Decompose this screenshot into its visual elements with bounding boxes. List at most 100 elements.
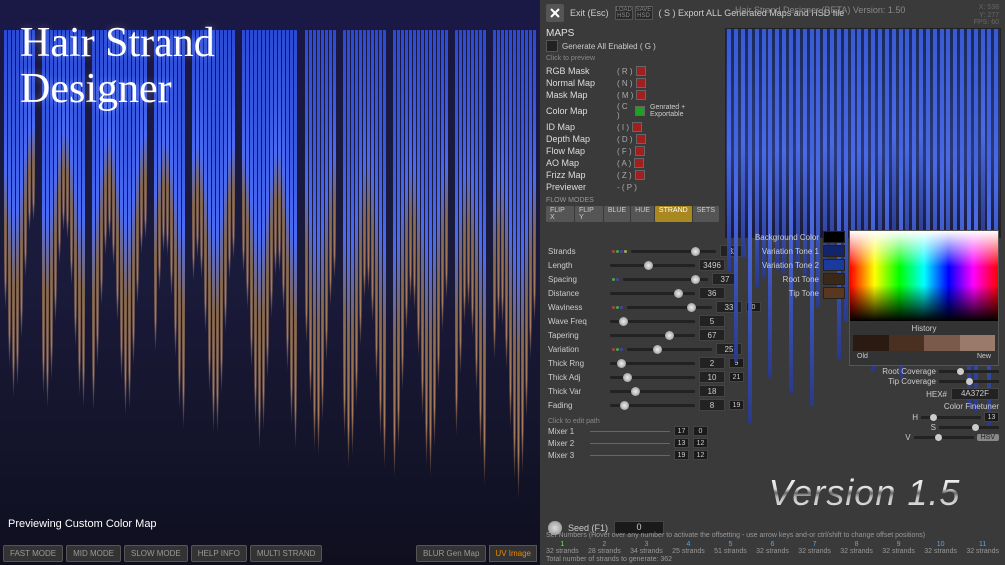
color-gradient[interactable] [850, 231, 998, 321]
set-column[interactable]: 132 strands [546, 541, 579, 555]
map-frizz-map[interactable]: Frizz Map( Z ) [546, 169, 719, 181]
map-checkbox[interactable] [636, 78, 646, 88]
h-slider[interactable] [921, 416, 981, 419]
tapering-slider[interactable] [610, 334, 695, 337]
param-value[interactable]: 67 [699, 329, 725, 341]
blur-button[interactable]: BLUR Gen Map [416, 545, 486, 562]
mixer-3-curve[interactable] [590, 451, 670, 459]
set-column[interactable]: 832 strands [840, 541, 873, 555]
app-title: Hair Strand Designer (BETA) Version: 1.5… [735, 5, 905, 15]
multi-mode-button[interactable]: MULTI STRAND [250, 545, 323, 562]
history-swatch[interactable] [853, 335, 889, 351]
close-button[interactable] [546, 4, 564, 22]
map-depth-map[interactable]: Depth Map( D ) [546, 133, 719, 145]
map-checkbox[interactable] [635, 146, 645, 156]
color-swatch[interactable] [823, 231, 845, 243]
grid-icon [546, 40, 558, 52]
length-slider[interactable] [610, 264, 695, 267]
set-column[interactable]: 425 strands [672, 541, 705, 555]
flow-modes-label: FLOW MODES [546, 197, 719, 204]
mixer-1-curve[interactable] [590, 427, 670, 435]
color-label: Root Tone [783, 275, 819, 284]
color-swatch[interactable] [823, 259, 845, 271]
map-checkbox[interactable] [636, 134, 646, 144]
fading-slider[interactable] [610, 404, 695, 407]
map-color-map[interactable]: Color Map( C )Genrated + Exportable [546, 101, 719, 121]
history-swatch[interactable] [960, 335, 996, 351]
spacing-slider[interactable] [623, 278, 708, 281]
new-label: New [977, 353, 991, 360]
set-column[interactable]: 228 strands [588, 541, 621, 555]
flow-flip-y-button[interactable]: FLIP Y [575, 206, 603, 222]
wave-freq-slider[interactable] [610, 320, 695, 323]
help-mode-button[interactable]: HELP INFO [191, 545, 247, 562]
param-value[interactable]: 10 [699, 371, 725, 383]
color-label: Variation Tone 2 [762, 261, 819, 270]
map-rgb-mask[interactable]: RGB Mask( R ) [546, 65, 719, 77]
flow-hue-button[interactable]: HUE [631, 206, 654, 222]
param-value[interactable]: 8 [699, 399, 725, 411]
v-slider[interactable] [914, 436, 974, 439]
param-label: Variation [548, 345, 606, 354]
param-value[interactable]: 5 [699, 315, 725, 327]
mixer-2-curve[interactable] [590, 439, 670, 447]
map-previewer[interactable]: Previewer- ( P ) [546, 181, 719, 193]
exit-label[interactable]: Exit (Esc) [570, 8, 609, 18]
map-checkbox[interactable] [636, 90, 646, 100]
map-id-map[interactable]: ID Map( I ) [546, 121, 719, 133]
param-value[interactable]: 2 [699, 357, 725, 369]
thick-rng-slider[interactable] [610, 362, 695, 365]
set-column[interactable]: 1032 strands [924, 541, 957, 555]
color-swatch[interactable] [823, 287, 845, 299]
slow-mode-button[interactable]: SLOW MODE [124, 545, 188, 562]
param-value[interactable]: 36 [699, 287, 725, 299]
color-swatch[interactable] [823, 273, 845, 285]
map-checkbox[interactable] [632, 122, 642, 132]
strands-slider[interactable] [631, 250, 716, 253]
set-hint: Set Numbers (Hover over any number to ac… [546, 532, 999, 539]
map-checkbox[interactable] [636, 66, 646, 76]
thick-var-slider[interactable] [610, 390, 695, 393]
param-value[interactable]: 3496 [699, 259, 725, 271]
history-swatch[interactable] [924, 335, 960, 351]
map-checkbox[interactable] [634, 158, 644, 168]
variation-slider[interactable] [627, 348, 712, 351]
param-label: Waviness [548, 303, 606, 312]
param-label: Wave Freq [548, 317, 606, 326]
mid-mode-button[interactable]: MID MODE [66, 545, 121, 562]
flow-blue-button[interactable]: BLUE [604, 206, 630, 222]
fast-mode-button[interactable]: FAST MODE [3, 545, 63, 562]
s-slider[interactable] [939, 426, 999, 429]
map-mask-map[interactable]: Mask Map( M ) [546, 89, 719, 101]
coverage-slider[interactable] [939, 380, 999, 383]
set-column[interactable]: 932 strands [882, 541, 915, 555]
set-column[interactable]: 632 strands [756, 541, 789, 555]
history-swatch[interactable] [889, 335, 925, 351]
thick-adj-slider[interactable] [610, 376, 695, 379]
flow-strand-button[interactable]: STRAND [655, 206, 692, 222]
distance-slider[interactable] [610, 292, 695, 295]
map-checkbox[interactable] [635, 170, 645, 180]
map-ao-map[interactable]: AO Map( A ) [546, 157, 719, 169]
map-flow-map[interactable]: Flow Map( F ) [546, 145, 719, 157]
coverage-slider[interactable] [939, 370, 999, 373]
save-hsd-button[interactable]: SAVE HSD [635, 6, 653, 20]
load-hsd-button[interactable]: LOAD HSD [615, 6, 633, 20]
color-picker[interactable]: History Old New [849, 230, 999, 366]
waviness-slider[interactable] [627, 306, 712, 309]
set-column[interactable]: 551 strands [714, 541, 747, 555]
uv-image-button[interactable]: UV Image [489, 545, 537, 562]
color-swatch[interactable] [823, 245, 845, 257]
hsv-button[interactable]: HSV [977, 434, 999, 441]
flow-sets-button[interactable]: SETS [693, 206, 719, 222]
set-column[interactable]: 1132 strands [966, 541, 999, 555]
set-column[interactable]: 334 strands [630, 541, 663, 555]
set-column[interactable]: 732 strands [798, 541, 831, 555]
param-value[interactable]: 18 [699, 385, 725, 397]
hex-input[interactable]: 4A372F [951, 388, 999, 400]
map-checkbox[interactable] [635, 106, 645, 116]
preview-mode-label: Previewing Custom Color Map [8, 518, 157, 530]
generate-all-button[interactable]: Generate All Enabled ( G ) [562, 42, 656, 51]
flow-flip-x-button[interactable]: FLIP X [546, 206, 574, 222]
map-normal-map[interactable]: Normal Map( N ) [546, 77, 719, 89]
